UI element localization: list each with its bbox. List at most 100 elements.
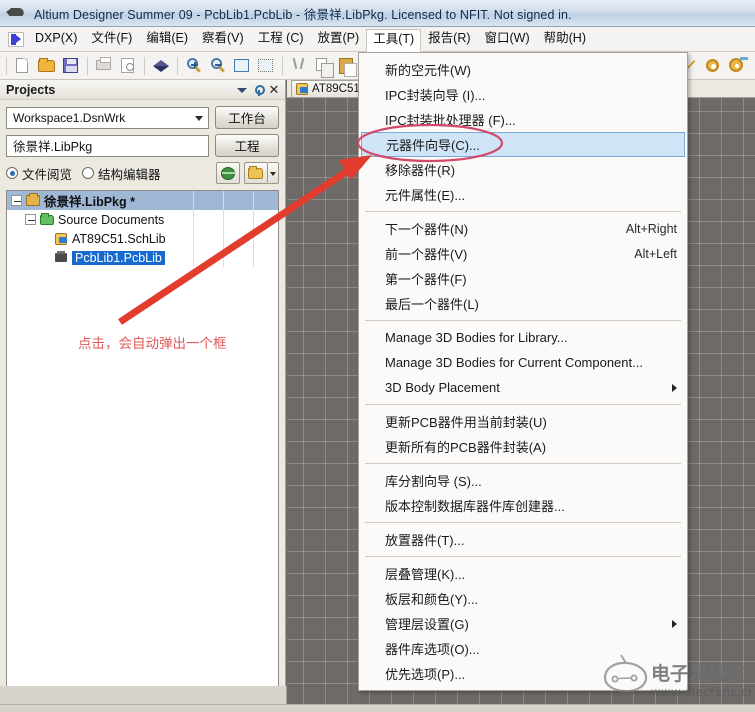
- menu-item-library-splitter-wizard[interactable]: 库分割向导 (S)...: [359, 468, 687, 493]
- submenu-arrow-icon: [672, 620, 677, 628]
- new-document-icon[interactable]: [12, 55, 34, 77]
- menu-separator: [365, 320, 681, 321]
- globe-icon[interactable]: [216, 162, 240, 184]
- schematic-library-icon: [296, 83, 308, 95]
- menu-item-board-layers-and-colors[interactable]: 板层和颜色(Y)...: [359, 586, 687, 611]
- view-mode-row: 文件阅览 结构编辑器: [6, 162, 279, 184]
- layer-stack-icon[interactable]: [150, 55, 172, 77]
- menu-item-ipc-footprint-wizard[interactable]: IPC封装向导 (I)...: [359, 82, 687, 107]
- radio-structure-editor-label: 结构编辑器: [98, 167, 161, 182]
- print-preview-icon[interactable]: [117, 55, 139, 77]
- menu-item-first-component[interactable]: 第一个器件(F): [359, 266, 687, 291]
- projects-panel-header: Projects ✕: [0, 80, 285, 100]
- menu-item-layer-sets-manager[interactable]: 管理层设置(G): [359, 611, 687, 636]
- chevron-down-icon[interactable]: [268, 162, 279, 184]
- cut-icon[interactable]: [288, 55, 310, 77]
- menu-item-label: 层叠管理(K)...: [385, 567, 466, 582]
- menu-item-label: 移除器件(R): [385, 163, 456, 178]
- menu-window[interactable]: 窗口(W): [478, 28, 537, 50]
- menu-item-label: 放置器件(T)...: [385, 533, 465, 548]
- tree-expander[interactable]: [11, 195, 22, 206]
- folder-icon: [39, 212, 55, 227]
- menu-item-manage-3d-bodies-current[interactable]: Manage 3D Bodies for Current Component..…: [359, 350, 687, 375]
- radio-file-view[interactable]: [6, 167, 18, 179]
- menu-item-label: 库分割向导 (S)...: [385, 474, 482, 489]
- tools-dropdown-menu: 新的空元件(W) IPC封装向导 (I)... IPC封装批处理器 (F)...…: [358, 52, 688, 691]
- menu-separator: [365, 463, 681, 464]
- toolbar-separator: [6, 56, 7, 75]
- zoom-area-icon[interactable]: [255, 55, 277, 77]
- pcb-library-icon: [53, 250, 69, 265]
- save-icon[interactable]: [60, 55, 82, 77]
- annotation-note: 点击，会自动弹出一个框: [78, 336, 227, 352]
- chevron-down-icon[interactable]: [235, 83, 249, 97]
- submenu-arrow-icon: [672, 384, 677, 392]
- menu-item-label: 第一个器件(F): [385, 272, 467, 287]
- menu-dxp[interactable]: DXP(X): [28, 28, 84, 50]
- menu-item-new-blank-component[interactable]: 新的空元件(W): [359, 57, 687, 82]
- menu-item-label: IPC封装批处理器 (F)...: [385, 113, 516, 128]
- panel-title: Projects: [6, 82, 56, 97]
- pin-icon[interactable]: [251, 83, 265, 97]
- folder-icon[interactable]: [244, 162, 268, 184]
- menu-place[interactable]: 放置(P): [311, 28, 367, 50]
- print-icon[interactable]: [93, 55, 115, 77]
- menu-separator: [365, 211, 681, 212]
- menu-item-manage-3d-bodies-library[interactable]: Manage 3D Bodies for Library...: [359, 325, 687, 350]
- dxp-logo-icon: [8, 31, 24, 47]
- paste-icon[interactable]: [336, 55, 358, 77]
- workbench-button[interactable]: 工作台: [215, 106, 279, 129]
- menu-tools[interactable]: 工具(T): [366, 28, 422, 52]
- watermark-brand: 电子发烧友: [651, 662, 746, 685]
- menu-item-ipc-footprint-batch[interactable]: IPC封装批处理器 (F)...: [359, 107, 687, 132]
- menu-item-place-component[interactable]: 放置器件(T)...: [359, 527, 687, 552]
- menu-file[interactable]: 文件(F): [84, 28, 139, 50]
- menu-item-component-wizard[interactable]: 元器件向导(C)...: [361, 132, 685, 157]
- project-name-field[interactable]: 徐景祥.LibPkg: [6, 134, 209, 157]
- menu-edit[interactable]: 编辑(E): [139, 28, 195, 50]
- menu-view[interactable]: 察看(V): [195, 28, 251, 50]
- menu-help[interactable]: 帮助(H): [537, 28, 593, 50]
- close-icon[interactable]: ✕: [267, 82, 281, 97]
- chevron-down-icon: [195, 115, 203, 121]
- place-via-icon[interactable]: [726, 55, 748, 77]
- zoom-in-icon[interactable]: [183, 55, 205, 77]
- menu-item-layer-stack-manager[interactable]: 层叠管理(K)...: [359, 561, 687, 586]
- zoom-fit-icon[interactable]: [231, 55, 253, 77]
- workspace-combo[interactable]: Workspace1.DsnWrk: [6, 106, 209, 129]
- menu-item-vcs-db-library-maker[interactable]: 版本控制数据库器件库创建器...: [359, 493, 687, 518]
- menu-item-update-pcb-current-footprint[interactable]: 更新PCB器件用当前封装(U): [359, 409, 687, 434]
- watermark-url: www.elecfans.com: [651, 685, 751, 699]
- tree-expander[interactable]: [25, 214, 36, 225]
- menu-item-next-component[interactable]: 下一个器件(N) Alt+Right: [359, 216, 687, 241]
- menu-item-label: IPC封装向导 (I)...: [385, 88, 486, 103]
- open-folder-icon[interactable]: [36, 55, 58, 77]
- menu-separator: [365, 556, 681, 557]
- application-window: Altium Designer Summer 09 - PcbLib1.PcbL…: [0, 0, 755, 712]
- radio-structure-editor[interactable]: [82, 167, 95, 179]
- menu-item-label: 版本控制数据库器件库创建器...: [385, 499, 565, 514]
- project-button[interactable]: 工程: [215, 134, 279, 157]
- menu-item-update-all-pcb-footprints[interactable]: 更新所有的PCB器件封装(A): [359, 434, 687, 459]
- menu-report[interactable]: 报告(R): [421, 28, 477, 50]
- copy-icon[interactable]: [312, 55, 334, 78]
- radio-file-view-label: 文件阅览: [22, 167, 73, 182]
- projects-panel-body: Workspace1.DsnWrk 工作台 徐景祥.LibPkg 工程 文件阅览…: [0, 100, 285, 688]
- menu-item-3d-body-placement[interactable]: 3D Body Placement: [359, 375, 687, 400]
- menu-item-component-properties[interactable]: 元件属性(E)...: [359, 182, 687, 207]
- menu-item-label: 新的空元件(W): [385, 63, 471, 78]
- menu-item-label: 板层和颜色(Y)...: [385, 592, 479, 607]
- menu-item-last-component[interactable]: 最后一个器件(L): [359, 291, 687, 316]
- watermark-elecfans: 电子发烧友 www.elecfans.com: [603, 654, 751, 699]
- place-pad-icon[interactable]: [702, 55, 724, 77]
- zoom-out-icon[interactable]: [207, 55, 229, 77]
- menu-item-label: Manage 3D Bodies for Current Component..…: [385, 355, 643, 370]
- projects-panel: Projects ✕ Workspace1.DsnWrk 工作台 徐景祥.Lib…: [0, 80, 286, 704]
- menu-item-remove-component[interactable]: 移除器件(R): [359, 157, 687, 182]
- menu-item-prev-component[interactable]: 前一个器件(V) Alt+Left: [359, 241, 687, 266]
- project-tree[interactable]: 徐景祥.LibPkg * Source Documents AT89C51.Sc…: [6, 190, 279, 688]
- menu-project[interactable]: 工程 (C): [251, 28, 311, 50]
- menu-separator: [365, 404, 681, 405]
- menu-separator: [365, 522, 681, 523]
- library-package-icon: [25, 192, 41, 208]
